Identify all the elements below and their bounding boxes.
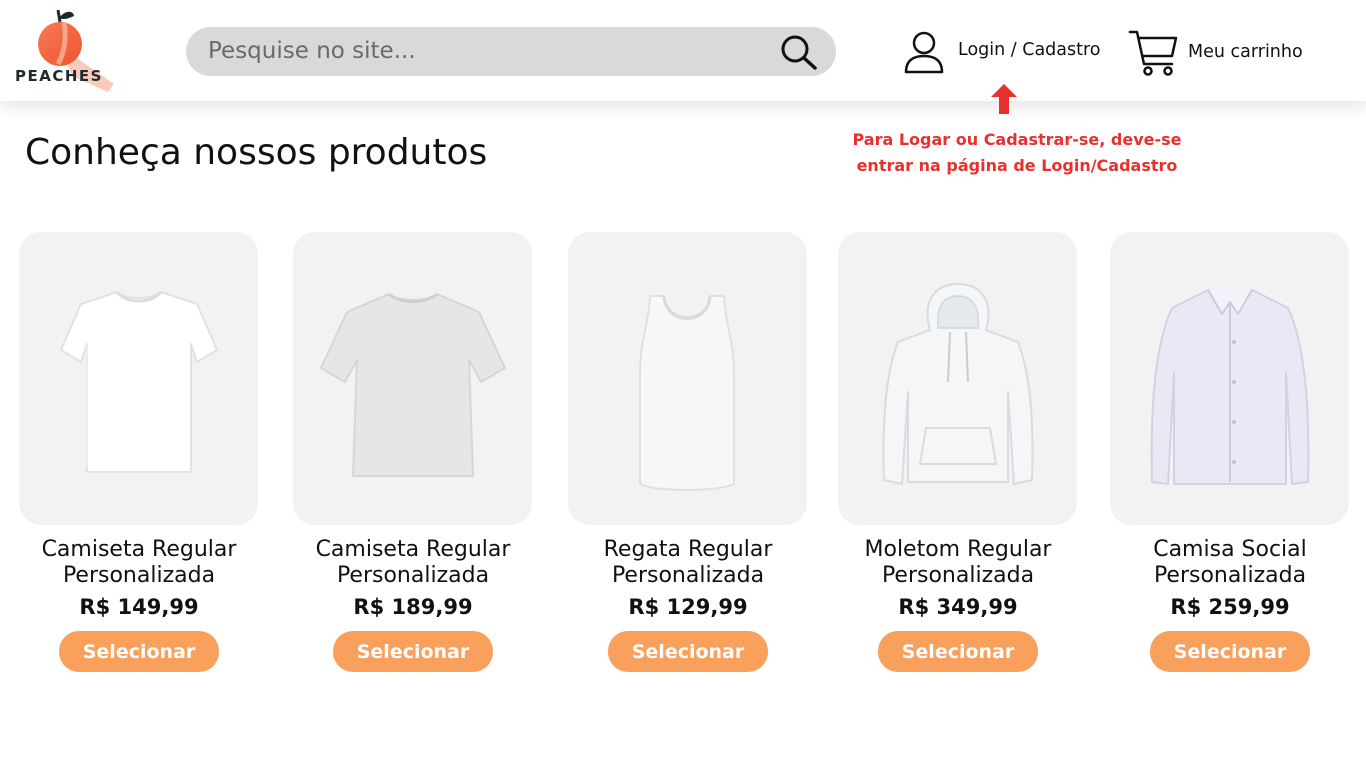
select-button[interactable]: Selecionar [1150, 631, 1310, 672]
cart-icon [1128, 30, 1178, 76]
select-button[interactable]: Selecionar [333, 631, 493, 672]
arrow-up-icon [991, 84, 1017, 114]
login-label: Login / Cadastro [958, 40, 1101, 60]
product-name: Camisa Social Personalizada [1153, 537, 1307, 588]
login-link[interactable]: Login / Cadastro [903, 28, 1108, 74]
product-card: Camiseta Regular Personalizada R$ 189,99… [293, 232, 533, 672]
select-button[interactable]: Selecionar [878, 631, 1038, 672]
product-card: Regata Regular Personalizada R$ 129,99 S… [568, 232, 808, 672]
page-title: Conheça nossos produtos [25, 132, 488, 173]
hoodie-icon [882, 283, 1034, 485]
product-image[interactable] [293, 232, 532, 525]
tank-top-icon [639, 295, 735, 491]
product-name: Moletom Regular Personalizada [864, 537, 1052, 588]
product-price: R$ 349,99 [898, 595, 1018, 619]
product-price: R$ 189,99 [353, 595, 473, 619]
product-image[interactable] [568, 232, 807, 525]
select-button[interactable]: Selecionar [608, 631, 768, 672]
oversized-tshirt-icon [320, 292, 506, 477]
product-price: R$ 149,99 [79, 595, 199, 619]
cart-link[interactable]: Meu carrinho [1128, 28, 1313, 78]
select-button[interactable]: Selecionar [59, 631, 219, 672]
product-name: Regata Regular Personalizada [603, 537, 773, 588]
product-card: Camiseta Regular Personalizada R$ 149,99… [19, 232, 259, 672]
brand-logo[interactable]: PEACHES [12, 6, 122, 98]
product-price: R$ 129,99 [628, 595, 748, 619]
search-input[interactable] [208, 36, 768, 66]
login-hint-annotation: Para Logar ou Cadastrar-se, deve-se entr… [852, 130, 1182, 175]
product-name: Camiseta Regular Personalizada [315, 537, 511, 588]
tshirt-icon [60, 290, 218, 473]
product-name: Camiseta Regular Personalizada [41, 537, 237, 588]
user-icon [904, 31, 944, 74]
dress-shirt-icon [1150, 289, 1310, 485]
site-header: PEACHES Login / Cadastro Meu carrinho [0, 0, 1366, 101]
search-icon[interactable] [780, 34, 818, 70]
product-image[interactable] [19, 232, 258, 525]
cart-label: Meu carrinho [1188, 42, 1303, 62]
product-image[interactable] [1110, 232, 1349, 525]
product-card: Moletom Regular Personalizada R$ 349,99 … [838, 232, 1078, 672]
search-bar[interactable] [186, 27, 836, 76]
product-image[interactable] [838, 232, 1077, 525]
product-card: Camisa Social Personalizada R$ 259,99 Se… [1110, 232, 1350, 672]
brand-name: PEACHES [15, 67, 103, 85]
product-price: R$ 259,99 [1170, 595, 1290, 619]
